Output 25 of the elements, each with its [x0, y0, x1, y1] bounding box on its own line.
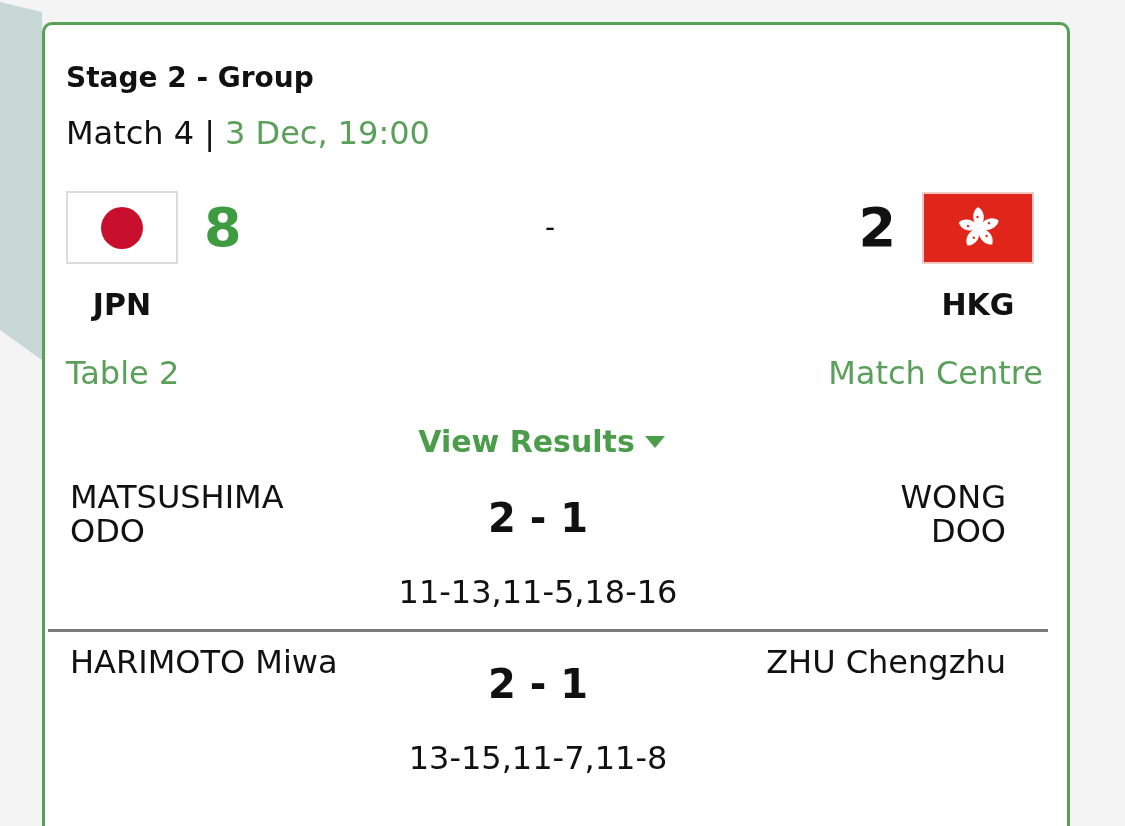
- match-datetime: 3 Dec, 19:00: [224, 113, 430, 153]
- japan-flag-icon: [66, 191, 178, 264]
- match-score: 2 - 1: [487, 660, 589, 708]
- player-name: MATSUSHIMA: [70, 480, 284, 514]
- stage-title: Stage 2 - Group: [66, 61, 314, 95]
- score-separator: -: [544, 210, 556, 245]
- game-scores: 13-15,11-7,11-8: [408, 738, 668, 778]
- view-results-button[interactable]: View Results: [418, 424, 665, 460]
- game-scores: 11-13,11-5,18-16: [398, 572, 678, 612]
- pipe-separator: |: [204, 113, 215, 153]
- player-name: WONG: [900, 480, 1006, 514]
- team-score: 8: [204, 195, 242, 260]
- table-link[interactable]: Table 2: [66, 353, 180, 393]
- match-number: Match 4: [66, 113, 195, 153]
- team-score: 2: [858, 195, 896, 260]
- team-code: HKG: [941, 288, 1015, 322]
- match-score: 2 - 1: [487, 494, 589, 542]
- player-name: DOO: [931, 514, 1006, 548]
- hong-kong-flag-icon: [922, 191, 1034, 264]
- player-name: ODO: [70, 514, 145, 548]
- player-name: ZHU Chengzhu: [766, 645, 1006, 679]
- caret-icon: [644, 436, 665, 448]
- match-centre-link[interactable]: Match Centre: [828, 353, 1043, 393]
- team-code: JPN: [92, 288, 152, 322]
- player-name: HARIMOTO Miwa: [70, 645, 338, 679]
